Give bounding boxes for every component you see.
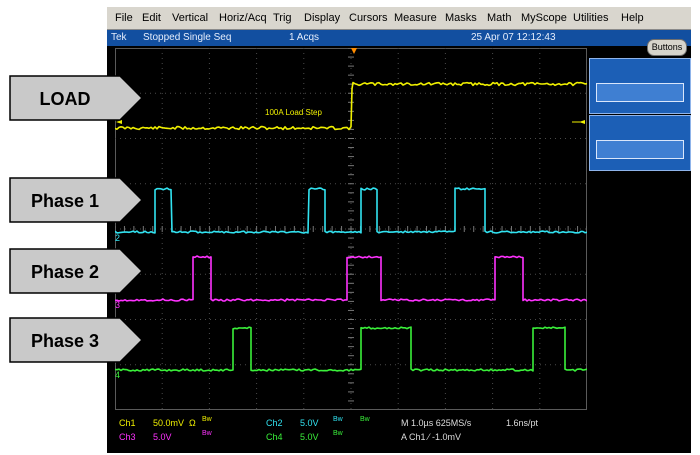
ch4-marker: 4 <box>115 370 120 380</box>
label-phase-2-text: Phase 2 <box>31 262 99 282</box>
menu-file[interactable]: File <box>115 12 133 24</box>
center-bandwidth: Bw <box>360 416 370 423</box>
trigger-position-marker <box>351 48 357 54</box>
menu-measure[interactable]: Measure <box>394 12 437 24</box>
acquisition-count: 1 Acqs <box>289 32 320 43</box>
menu-utilities[interactable]: Utilities <box>573 12 608 24</box>
label-phase-3: Phase 3 <box>9 317 144 363</box>
trigger-readout: A Ch1 ⁄ -1.0mV <box>401 432 462 442</box>
ch3-label: Ch3 <box>119 432 136 442</box>
ch3-marker: 3 <box>115 300 120 310</box>
ch2-marker: 2 <box>115 233 120 243</box>
channel-readout: Ch1 50.0mV Ω Bw Ch2 5.0V Bw Ch3 5.0V Bw … <box>107 413 691 453</box>
resolution-readout: 1.6ns/pt <box>506 418 539 428</box>
ch2-scale: 5.0V <box>300 418 319 428</box>
ch2-label: Ch2 <box>266 418 283 428</box>
menu-masks[interactable]: Masks <box>445 12 477 24</box>
ch3-scale: 5.0V <box>153 432 172 442</box>
menu-display[interactable]: Display <box>304 12 340 24</box>
menu-horiz-acq[interactable]: Horiz/Acq <box>219 12 267 24</box>
waveform-display[interactable]: 100A Load Step 2 3 4 <box>115 48 587 410</box>
waveform-trace <box>115 81 587 131</box>
ch4-label: Ch4 <box>266 432 283 442</box>
oscilloscope-window: File Edit Vertical Horiz/Acq Trig Displa… <box>107 7 691 453</box>
side-control-1 <box>589 58 691 114</box>
right-control-panel <box>589 56 691 416</box>
side-control-2 <box>589 115 691 171</box>
menu-bar: File Edit Vertical Horiz/Acq Trig Displa… <box>107 7 691 30</box>
timebase-readout: M 1.0µs 625MS/s <box>401 418 472 428</box>
menu-myscope[interactable]: MyScope <box>521 12 567 24</box>
load-step-annotation: 100A Load Step <box>265 108 322 117</box>
menu-cursors[interactable]: Cursors <box>349 12 388 24</box>
menu-help[interactable]: Help <box>621 12 644 24</box>
brand-label: Tek <box>111 32 127 43</box>
side-control-1-field[interactable] <box>596 83 684 102</box>
menu-vertical[interactable]: Vertical <box>172 12 208 24</box>
ch1-ohm: Ω <box>189 418 196 428</box>
ch1-bandwidth: Bw <box>202 416 212 423</box>
status-bar: Tek Stopped Single Seq 1 Acqs 25 Apr 07 … <box>107 30 691 46</box>
ch2-bandwidth: Bw <box>333 416 343 423</box>
label-load-text: LOAD <box>40 89 91 109</box>
label-phase-1: Phase 1 <box>9 177 144 223</box>
label-phase-1-text: Phase 1 <box>31 191 99 211</box>
ch3-bandwidth: Bw <box>202 430 212 437</box>
date-time: 25 Apr 07 12:12:43 <box>471 32 556 43</box>
ch1-scale: 50.0mV <box>153 418 185 428</box>
side-control-2-field[interactable] <box>596 140 684 159</box>
label-phase-2: Phase 2 <box>9 248 144 294</box>
ch4-bandwidth: Bw <box>333 430 343 437</box>
label-phase-3-text: Phase 3 <box>31 331 99 351</box>
buttons-button[interactable]: Buttons <box>647 39 687 56</box>
acquisition-state: Stopped Single Seq <box>143 32 232 43</box>
ch1-label: Ch1 <box>119 418 136 428</box>
label-load: LOAD <box>9 75 144 121</box>
menu-edit[interactable]: Edit <box>142 12 161 24</box>
ch4-scale: 5.0V <box>300 432 319 442</box>
menu-math[interactable]: Math <box>487 12 511 24</box>
menu-trig[interactable]: Trig <box>273 12 292 24</box>
